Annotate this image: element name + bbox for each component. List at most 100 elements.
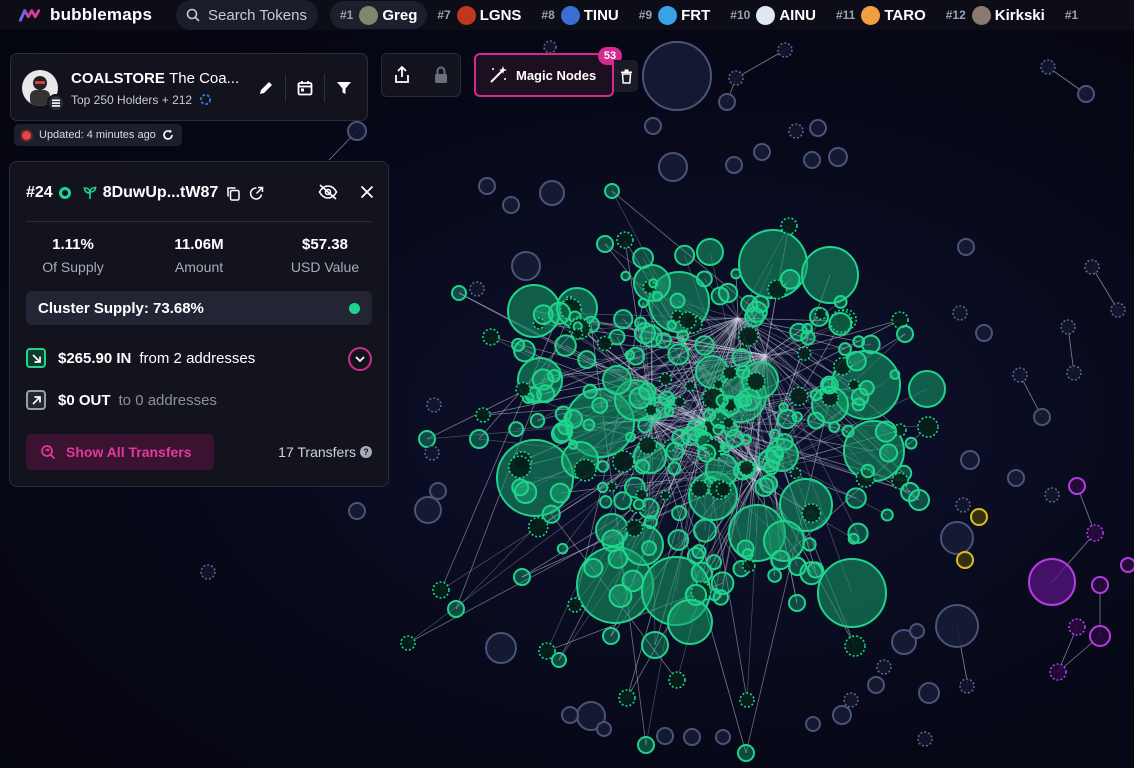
holder-bubble[interactable] — [710, 286, 730, 306]
holder-bubble[interactable] — [889, 369, 901, 380]
holder-bubble[interactable] — [777, 42, 793, 58]
holder-bubble[interactable] — [1060, 319, 1076, 335]
holder-bubble[interactable] — [667, 599, 713, 645]
show-all-transfers-button[interactable]: Show All Transfers — [26, 434, 214, 470]
holder-bubble[interactable] — [613, 491, 633, 511]
holder-bubble[interactable] — [809, 388, 823, 402]
holder-bubble[interactable] — [751, 294, 770, 314]
holder-bubble[interactable] — [917, 731, 933, 747]
holder-bubble[interactable] — [960, 450, 980, 470]
holder-bubble[interactable] — [620, 270, 631, 282]
holder-bubble[interactable] — [861, 334, 881, 355]
holder-bubble[interactable] — [776, 408, 798, 430]
holder-bubble[interactable] — [736, 364, 751, 380]
holder-bubble[interactable] — [731, 347, 752, 368]
holder-bubble[interactable] — [634, 458, 651, 475]
holder-bubble[interactable] — [577, 350, 597, 370]
token-tab-greg[interactable]: #1 Greg — [330, 1, 428, 29]
holder-bubble[interactable] — [502, 196, 520, 214]
holder-bubble[interactable] — [475, 407, 491, 423]
holder-bubble[interactable] — [803, 151, 821, 169]
holder-bubble[interactable] — [511, 337, 526, 352]
holder-bubble[interactable] — [663, 406, 675, 417]
holder-bubble[interactable] — [917, 416, 939, 438]
holder-bubble[interactable] — [571, 327, 584, 340]
holder-bubble[interactable] — [632, 498, 645, 511]
holder-bubble[interactable] — [652, 290, 663, 302]
holder-bubble[interactable] — [799, 561, 824, 586]
holder-bubble[interactable] — [801, 246, 859, 304]
holder-bubble[interactable] — [529, 412, 546, 429]
holder-bubble[interactable] — [447, 600, 465, 618]
holder-bubble[interactable] — [807, 411, 825, 430]
holder-bubble[interactable] — [970, 508, 988, 526]
holder-bubble[interactable] — [725, 429, 744, 448]
holder-bubble[interactable] — [496, 439, 574, 517]
token-tab-taro[interactable]: #11 TARO — [826, 1, 936, 29]
holder-bubble[interactable] — [1091, 576, 1109, 594]
holder-bubble[interactable] — [482, 328, 500, 346]
holder-bubble[interactable] — [1044, 487, 1060, 503]
holder-bubble[interactable] — [667, 343, 690, 366]
holder-bubble[interactable] — [801, 322, 814, 335]
holder-bubble[interactable] — [697, 443, 717, 463]
holder-bubble[interactable] — [1068, 618, 1086, 636]
holder-bubble[interactable] — [952, 305, 968, 321]
holder-bubble[interactable] — [1084, 259, 1100, 275]
holder-bubble[interactable] — [880, 508, 894, 522]
holder-bubble[interactable] — [400, 635, 416, 651]
search-tokens-button[interactable]: Search Tokens — [176, 0, 318, 30]
holder-bubble[interactable] — [1068, 477, 1086, 495]
holder-bubble[interactable] — [957, 238, 975, 256]
holder-bubble[interactable] — [671, 505, 688, 522]
holder-bubble[interactable] — [513, 568, 531, 586]
holder-bubble[interactable] — [511, 251, 541, 281]
holder-bubble[interactable] — [1077, 85, 1095, 103]
holder-bubble[interactable] — [718, 93, 736, 111]
holder-bubble[interactable] — [668, 671, 686, 689]
holder-bubble[interactable] — [625, 431, 636, 443]
holder-bubble[interactable] — [736, 539, 755, 558]
holder-bubble[interactable] — [591, 396, 609, 414]
token-tab-tinu[interactable]: #8 TINU — [531, 1, 628, 29]
holder-bubble[interactable] — [878, 443, 899, 463]
holder-bubble[interactable] — [733, 393, 749, 409]
holder-bubble[interactable] — [844, 635, 866, 657]
token-tab-ainu[interactable]: #10 AINU — [720, 1, 826, 29]
holder-bubble[interactable] — [1120, 557, 1134, 573]
holder-bubble[interactable] — [656, 727, 674, 745]
updated-status[interactable]: Updated: 4 minutes ago — [14, 124, 182, 146]
holder-bubble[interactable] — [975, 324, 993, 342]
holder-bubble[interactable] — [676, 329, 690, 343]
holder-bubble[interactable] — [896, 325, 914, 343]
holder-bubble[interactable] — [908, 370, 946, 408]
holder-bubble[interactable] — [833, 295, 848, 309]
holder-bubble[interactable] — [485, 632, 517, 664]
holder-bubble[interactable] — [469, 429, 489, 449]
holder-bubble[interactable] — [554, 334, 577, 357]
holder-bubble[interactable] — [667, 529, 690, 551]
holder-bubble[interactable] — [632, 247, 655, 269]
holder-bubble[interactable] — [673, 396, 686, 409]
token-tab-frt[interactable]: #9 FRT — [629, 1, 721, 29]
holder-bubble[interactable] — [1012, 367, 1028, 383]
holder-bubble[interactable] — [728, 70, 744, 86]
token-tab-lgns[interactable]: #7 LGNS — [427, 1, 531, 29]
holder-bubble[interactable] — [686, 546, 705, 565]
holder-bubble[interactable] — [955, 497, 971, 513]
holder-bubble[interactable] — [424, 445, 440, 461]
holder-bubble[interactable] — [666, 319, 677, 331]
holder-bubble[interactable] — [874, 420, 898, 443]
holder-bubble[interactable] — [789, 467, 802, 480]
holder-bubble[interactable] — [634, 316, 648, 330]
holder-bubble[interactable] — [669, 292, 686, 309]
holder-bubble[interactable] — [638, 436, 658, 455]
holder-bubble[interactable] — [556, 542, 569, 555]
logo[interactable]: bubblemaps — [18, 5, 168, 25]
holder-bubble[interactable] — [712, 423, 724, 436]
holder-bubble[interactable] — [1066, 365, 1082, 381]
holder-bubble[interactable] — [710, 571, 735, 596]
holder-bubble[interactable] — [613, 309, 634, 330]
holder-bubble[interactable] — [846, 350, 867, 372]
external-link-icon[interactable] — [249, 186, 264, 201]
